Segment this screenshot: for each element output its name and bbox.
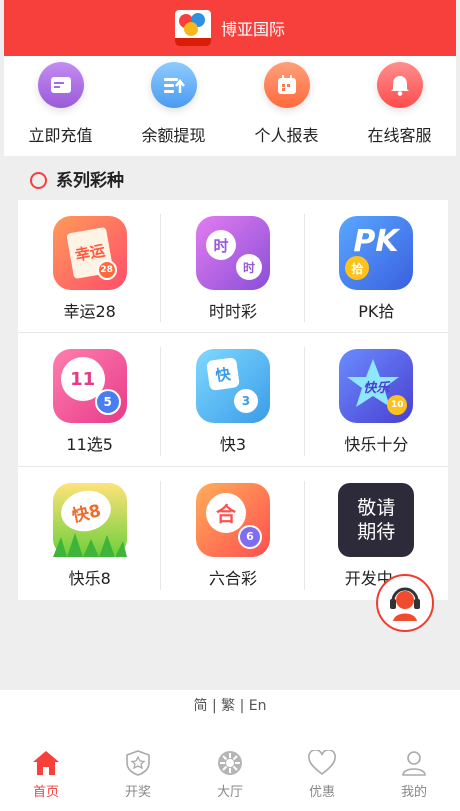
game-happy8[interactable]: 快8 快乐8 [18, 467, 162, 600]
game-label: 快乐8 [68, 568, 111, 588]
home-icon [33, 751, 59, 775]
shishicai-icon: 时 时 [195, 216, 270, 290]
game-label: PK拾 [358, 302, 395, 321]
user-icon [402, 751, 426, 776]
game-shishicai[interactable]: 时 时 时时彩 [161, 200, 305, 334]
11x5-icon: 11 5 [52, 349, 127, 424]
withdraw-button[interactable]: 余额提现 [124, 56, 224, 156]
game-pk10[interactable]: PK 拾 PK拾 [304, 200, 448, 334]
game-label: 快乐十分 [344, 435, 409, 455]
k3-icon: 快 3 [195, 349, 270, 424]
game-happy10[interactable]: 快乐 10 快乐十分 [304, 333, 448, 467]
game-marksix[interactable]: 合 6 六合彩 [161, 467, 305, 600]
tab-label: 我的 [400, 785, 427, 800]
app-header: 博亚国际 [4, 0, 456, 56]
headset-icon [390, 587, 420, 621]
lobby-icon [218, 751, 242, 775]
customer-service-button[interactable]: 在线客服 [350, 56, 450, 156]
page-title: 博亚国际 [220, 20, 285, 39]
game-label: 11选5 [66, 435, 113, 455]
heart-icon [308, 750, 336, 776]
language-switch[interactable]: 简 | 繁 | En [0, 695, 460, 715]
quick-actions: 立即充值 余额提现 个人报表 在线客服 [4, 56, 456, 156]
tab-label: 开奖 [124, 785, 151, 800]
recharge-button[interactable]: 立即充值 [11, 56, 111, 156]
happy10-icon: 快乐 10 [339, 349, 414, 424]
game-lucky28[interactable]: 幸运 28 幸运28 [18, 200, 162, 334]
game-label: 快3 [219, 435, 247, 455]
app-logo [174, 10, 211, 46]
tab-label: 优惠 [308, 785, 335, 800]
marksix-icon: 合 6 [195, 482, 270, 557]
bell-icon [376, 62, 423, 108]
tab-promotions[interactable]: 优惠 [276, 730, 368, 811]
withdraw-label: 余额提现 [141, 126, 206, 145]
tab-label: 大厅 [216, 785, 243, 800]
tab-home[interactable]: 首页 [0, 730, 92, 811]
coming-soon-icon: 敬请期待 [338, 482, 415, 557]
happy8-icon: 快8 [52, 482, 127, 557]
game-label: 时时彩 [208, 302, 257, 321]
game-k3[interactable]: 快 3 快3 [161, 333, 305, 467]
shield-star-icon [126, 750, 150, 776]
ring-icon [30, 171, 47, 189]
game-11x5[interactable]: 11 5 11选5 [18, 333, 162, 467]
pk10-icon: PK 拾 [339, 216, 414, 290]
game-label: 六合彩 [208, 568, 257, 588]
tab-lobby[interactable]: 大厅 [184, 730, 276, 811]
lucky28-icon: 幸运 28 [52, 216, 127, 290]
report-label: 个人报表 [254, 126, 319, 145]
game-label: 幸运28 [63, 302, 116, 321]
game-coming-soon[interactable]: 敬请期待 开发中... [305, 467, 448, 600]
bottom-tab-bar: 首页 开奖 大厅 优惠 我的 [0, 730, 460, 811]
withdraw-icon [150, 62, 197, 108]
game-grid: 幸运 28 幸运28 时 时 时时彩 PK 拾 PK拾 11 5 11选5 快 … [18, 200, 448, 600]
tab-profile[interactable]: 我的 [368, 730, 460, 811]
customer-service-float-button[interactable] [376, 574, 434, 632]
report-button[interactable]: 个人报表 [237, 56, 337, 156]
section-title: 系列彩种 [56, 170, 124, 191]
section-header: 系列彩种 [4, 156, 456, 200]
calendar-icon [263, 62, 310, 108]
customer-service-label: 在线客服 [367, 126, 432, 145]
card-icon [37, 62, 84, 108]
tab-results[interactable]: 开奖 [92, 730, 184, 811]
tab-label: 首页 [32, 785, 59, 800]
recharge-label: 立即充值 [28, 126, 93, 145]
